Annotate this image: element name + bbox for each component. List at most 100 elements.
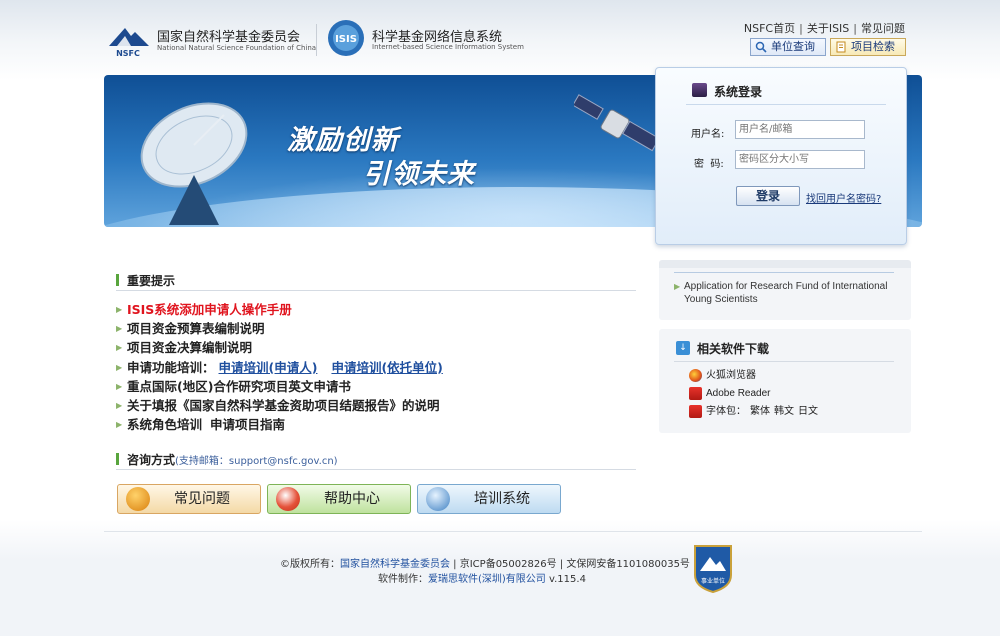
banner-slogan-line2: 引领未来 xyxy=(363,159,475,190)
project-search-button[interactable]: 项目检索 xyxy=(830,38,906,56)
help-center-label: 帮助中心 xyxy=(324,491,380,507)
unit-query-label: 单位查询 xyxy=(771,40,815,53)
document-icon xyxy=(836,41,846,53)
notice-item-label: 重点国际(地区)合作研究项目英文申请书 xyxy=(127,378,351,394)
applicant-training-link[interactable]: 申请培训(申请人) xyxy=(219,360,318,375)
role-training-link[interactable]: 系统角色培训 xyxy=(127,417,202,432)
username-input[interactable] xyxy=(735,120,865,139)
notice-list: ▶ ISIS系统添加申请人操作手册 ▶ 项目资金预算表编制说明 ▶ 项目资金决算编制说… xyxy=(116,300,636,434)
link-separator: | xyxy=(799,22,803,35)
top-links: NSFC首页 | 关于ISIS | 常见问题 xyxy=(744,20,905,36)
support-email[interactable]: (支持邮箱：support@nsfc.gov.cn) xyxy=(175,456,338,467)
project-guide-link[interactable]: 申请项目指南 xyxy=(210,417,285,432)
panel-divider xyxy=(674,361,894,362)
login-divider xyxy=(686,104,886,105)
password-input[interactable] xyxy=(735,150,865,169)
section-marker xyxy=(116,274,119,286)
faq-link[interactable]: 常见问题 xyxy=(861,22,905,35)
bullet-icon: ▶ xyxy=(116,324,123,334)
section-marker xyxy=(116,453,119,465)
question-icon xyxy=(126,487,150,511)
bullet-icon: ▶ xyxy=(116,381,123,391)
notice-item-label: 关于填报《国家自然科学基金资助项目结题报告》的说明 xyxy=(127,397,440,413)
font-japanese-link[interactable]: 日文 xyxy=(798,406,818,417)
notice-item-training: ▶ 申请功能培训： 申请培训(申请人) 申请培训(依托单位) xyxy=(116,358,636,377)
bullet-icon: ▶ xyxy=(116,305,123,314)
adobe-reader-download[interactable]: Adobe Reader xyxy=(689,387,771,401)
nsfc-logo[interactable]: NSFC 国家自然科学基金委员会 National Natural Scienc… xyxy=(105,20,317,60)
bullet-icon: ▶ xyxy=(116,362,123,372)
notices-header: 重要提示 xyxy=(116,271,636,291)
contact-title: 咨询方式(支持邮箱：support@nsfc.gov.cn) xyxy=(127,451,338,468)
software-title: 相关软件下载 xyxy=(697,342,770,356)
notice-item[interactable]: ▶ 关于填报《国家自然科学基金资助项目结题报告》的说明 xyxy=(116,396,636,415)
bullet-icon: ▶ xyxy=(674,282,681,291)
font-pack-row: 字体包： 繁体 韩文 日文 xyxy=(689,405,818,419)
footer-divider xyxy=(104,531,922,532)
firefox-icon xyxy=(689,369,702,382)
radio-telescope-icon xyxy=(140,102,248,225)
footer-maker-link[interactable]: 爱瑞思软件(深圳)有限公司 xyxy=(428,574,546,585)
training-system-label: 培训系统 xyxy=(474,491,530,507)
notice-item-label: 项目资金预算表编制说明 xyxy=(127,321,265,337)
footer-icp: | 京ICP备05002826号 | 文保网安备1101080035号 xyxy=(450,559,690,570)
isis-mark-text: ISIS xyxy=(335,34,357,45)
nsfc-mark-text: NSFC xyxy=(116,49,140,58)
software-download-panel: ↓ 相关软件下载 火狐浏览器 Adobe Reader 字体包： 繁体 韩文 日文 xyxy=(659,329,911,433)
faq-button[interactable]: 常见问题 xyxy=(117,484,261,514)
bullet-icon: ▶ xyxy=(116,420,123,430)
young-scientists-link[interactable]: Application for Research Fund of Interna… xyxy=(684,280,904,306)
institution-badge-icon[interactable]: 事业单位 xyxy=(692,543,734,593)
satellite-icon xyxy=(574,94,660,152)
forgot-password-link[interactable]: 找回用户名密码? xyxy=(806,190,881,205)
nsfc-name-cn: 国家自然科学基金委员会 xyxy=(157,30,301,45)
nsfc-name-en: National Natural Science Foundation of C… xyxy=(157,44,317,52)
isis-logo[interactable]: ISIS 科学基金网络信息系统 Internet-based Science I… xyxy=(326,18,526,60)
password-label: 密 码: xyxy=(694,159,724,170)
notice-item[interactable]: ▶ ISIS系统添加申请人操作手册 xyxy=(116,300,636,319)
nsfc-logo-mark-icon: NSFC xyxy=(109,28,149,58)
contact-title-label: 咨询方式 xyxy=(127,453,176,467)
pdf-icon xyxy=(689,405,702,418)
copyright-prefix: ©版权所有： xyxy=(280,559,340,570)
bullet-icon: ▶ xyxy=(116,400,123,410)
notice-item[interactable]: ▶ 项目资金预算表编制说明 xyxy=(116,319,636,338)
notice-item[interactable]: ▶ 项目资金决算编制说明 xyxy=(116,338,636,357)
footer-org-link[interactable]: 国家自然科学基金委员会 xyxy=(340,559,450,570)
training-icon xyxy=(426,487,450,511)
login-panel: 系统登录 用户名: 密 码: 登录 找回用户名密码? xyxy=(655,67,907,245)
username-label: 用户名: xyxy=(691,129,725,140)
lifebuoy-icon xyxy=(276,487,300,511)
header-divider xyxy=(316,24,317,56)
login-button[interactable]: 登录 xyxy=(736,186,800,206)
notices-title: 重要提示 xyxy=(127,274,176,288)
unit-query-button[interactable]: 单位查询 xyxy=(750,38,826,56)
badge-label: 事业单位 xyxy=(701,577,725,585)
about-isis-link[interactable]: 关于ISIS xyxy=(807,22,849,35)
isis-logo-mark-icon: ISIS xyxy=(328,20,364,56)
young-scientists-panel: ▶ Application for Research Fund of Inter… xyxy=(659,260,911,320)
notice-item-roles: ▶ 系统角色培训 申请项目指南 xyxy=(116,415,636,434)
maker-prefix: 软件制作： xyxy=(378,574,428,585)
institution-training-link[interactable]: 申请培训(依托单位) xyxy=(331,360,442,375)
pdf-icon xyxy=(689,387,702,400)
login-title: 系统登录 xyxy=(714,85,763,99)
bullet-icon: ▶ xyxy=(116,343,123,353)
download-icon: ↓ xyxy=(676,341,690,355)
help-center-button[interactable]: 帮助中心 xyxy=(267,484,411,514)
notice-item-label: 申请功能培训： xyxy=(127,359,215,375)
project-search-label: 项目检索 xyxy=(851,40,895,53)
magnifier-icon xyxy=(755,41,767,53)
footer-version: v.115.4 xyxy=(545,574,586,585)
isis-name-en: Internet-based Science Information Syste… xyxy=(372,43,524,51)
training-system-button[interactable]: 培训系统 xyxy=(417,484,561,514)
link-separator: | xyxy=(853,22,857,35)
footer-maker: 软件制作：爱瑞思软件(深圳)有限公司 v.115.4 xyxy=(378,570,586,585)
panel-divider xyxy=(674,272,894,273)
footer-copyright: ©版权所有：国家自然科学基金委员会 | 京ICP备05002826号 | 文保网… xyxy=(280,555,690,570)
font-korean-link[interactable]: 韩文 xyxy=(774,406,794,417)
firefox-download[interactable]: 火狐浏览器 xyxy=(689,369,756,383)
notice-item[interactable]: ▶ 重点国际(地区)合作研究项目英文申请书 xyxy=(116,377,636,396)
font-traditional-link[interactable]: 繁体 xyxy=(750,406,770,417)
nsfc-home-link[interactable]: NSFC首页 xyxy=(744,22,795,35)
